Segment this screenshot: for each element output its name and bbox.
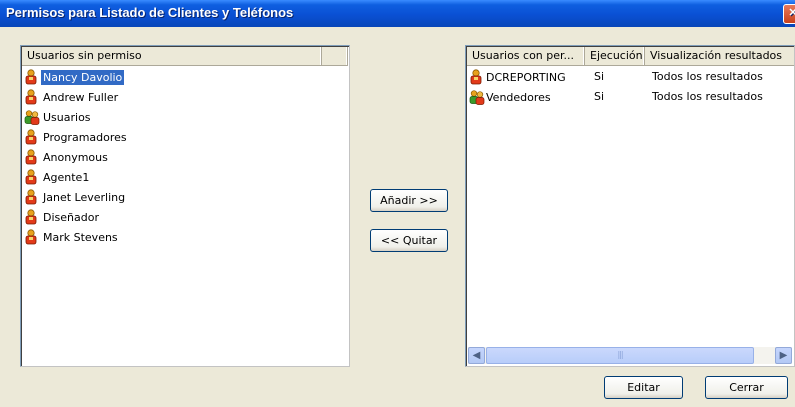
users-with-permission-list[interactable]: Usuarios con per... Ejecución Visualizac…	[465, 45, 795, 367]
list-item-label: Diseñador	[43, 210, 99, 224]
close-icon[interactable]: ✕	[783, 4, 795, 24]
list-item[interactable]: Nancy Davolio	[24, 67, 125, 87]
scroll-left-icon[interactable]: ◀	[468, 347, 485, 364]
list-item-label: Programadores	[43, 130, 127, 144]
list-item-label: Nancy Davolio	[41, 69, 125, 85]
scroll-right-icon[interactable]: ▶	[775, 347, 792, 364]
users-without-permission-list[interactable]: Usuarios sin permiso Nancy Davolio Andrew…	[20, 45, 350, 367]
list-item[interactable]: Diseñador	[24, 207, 101, 227]
cell-visualization: Todos los resultados	[652, 70, 763, 83]
table-row[interactable]: Vendedores Si Todos los resultados	[469, 87, 794, 107]
column-header-users-with-permission[interactable]: Usuarios con per...	[467, 47, 585, 65]
cell-execution: Si	[594, 90, 605, 103]
horizontal-scrollbar[interactable]: ◀ ||| ▶	[468, 347, 792, 364]
list-item[interactable]: Mark Stevens	[24, 227, 120, 247]
user-icon	[24, 149, 38, 165]
table-row[interactable]: DCREPORTING Si Todos los resultados	[469, 67, 794, 87]
cell-visualization: Todos los resultados	[652, 90, 763, 103]
title-bar: Permisos para Listado de Clientes y Telé…	[0, 0, 795, 27]
group-icon	[24, 109, 40, 125]
user-icon	[24, 189, 38, 205]
column-header-users-without-permission[interactable]: Usuarios sin permiso	[22, 47, 322, 65]
column-header-execution[interactable]: Ejecución	[585, 47, 645, 65]
cell-execution: Si	[594, 70, 605, 83]
list-item[interactable]: Agente1	[24, 167, 91, 187]
cell-name: Vendedores	[486, 90, 551, 104]
cell-name: DCREPORTING	[486, 70, 566, 84]
list-item[interactable]: Anonymous	[24, 147, 110, 167]
column-header-empty[interactable]	[322, 47, 348, 65]
list-item[interactable]: Programadores	[24, 127, 129, 147]
user-icon	[24, 129, 38, 145]
list-item-label: Mark Stevens	[43, 230, 118, 244]
edit-button[interactable]: Editar	[604, 376, 683, 399]
list-item-label: Usuarios	[43, 110, 91, 124]
user-icon	[24, 69, 38, 85]
user-icon	[24, 229, 38, 245]
list-item-label: Anonymous	[43, 150, 108, 164]
list-item[interactable]: Janet Leverling	[24, 187, 127, 207]
user-icon	[24, 89, 38, 105]
close-button[interactable]: Cerrar	[705, 376, 788, 399]
list-header: Usuarios sin permiso	[22, 47, 348, 66]
window-title: Permisos para Listado de Clientes y Telé…	[6, 5, 294, 20]
list-item-label: Agente1	[43, 170, 90, 184]
scrollbar-thumb[interactable]: |||	[486, 347, 754, 364]
column-header-visualization[interactable]: Visualización resultados	[645, 47, 794, 65]
user-icon	[469, 69, 483, 85]
user-icon	[24, 209, 38, 225]
list-header: Usuarios con per... Ejecución Visualizac…	[467, 47, 794, 66]
list-item-label: Andrew Fuller	[43, 90, 119, 104]
list-item-label: Janet Leverling	[43, 190, 126, 204]
list-item[interactable]: Usuarios	[24, 107, 93, 127]
group-icon	[469, 89, 485, 105]
list-item[interactable]: Andrew Fuller	[24, 87, 120, 107]
remove-button[interactable]: << Quitar	[370, 229, 448, 252]
user-icon	[24, 169, 38, 185]
add-button[interactable]: Añadir >>	[370, 189, 448, 212]
